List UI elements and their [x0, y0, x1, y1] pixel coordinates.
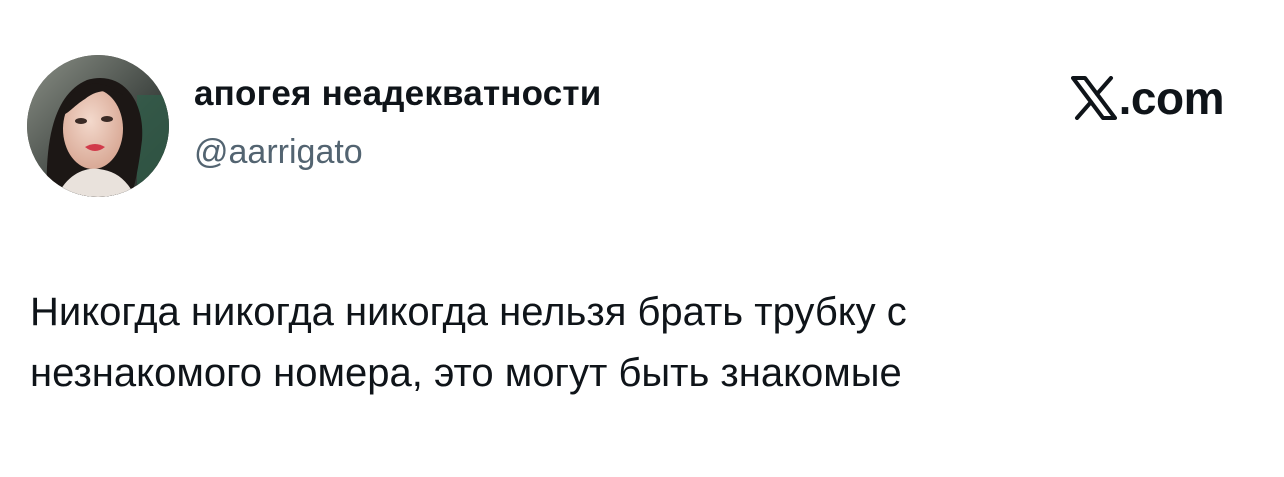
tweet-text-line: незнакомого номера, это могут быть знако…: [30, 351, 902, 395]
author-display-name[interactable]: апогея неадекватности: [194, 74, 602, 114]
tweet-text: Никогда никогда никогда нельзя брать тру…: [30, 282, 1260, 404]
tweet-text-line: Никогда никогда никогда нельзя брать тру…: [30, 290, 907, 334]
avatar[interactable]: [27, 55, 169, 197]
x-logo-icon: [1070, 76, 1117, 120]
author-handle[interactable]: @aarrigato: [194, 133, 363, 172]
brand-watermark: .com: [1070, 71, 1225, 125]
brand-domain: .com: [1118, 72, 1225, 124]
profile-photo-icon: [27, 55, 169, 197]
